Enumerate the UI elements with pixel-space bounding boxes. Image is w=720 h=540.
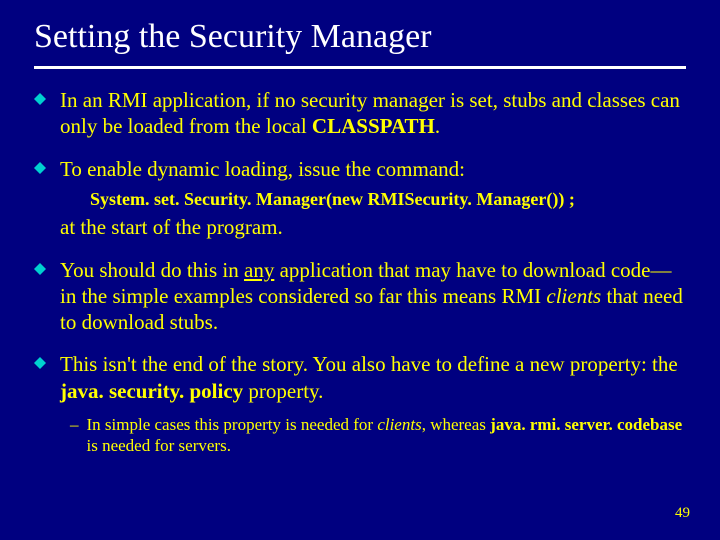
text: To enable dynamic loading, issue the com… [60, 156, 686, 182]
diamond-bullet-icon [34, 162, 46, 174]
text: , whereas [422, 415, 490, 434]
bullet-text: In an RMI application, if no security ma… [60, 87, 686, 140]
bullet-text: You should do this in any application th… [60, 257, 686, 336]
bullet-list: In an RMI application, if no security ma… [34, 87, 686, 456]
text: is needed for servers. [87, 436, 231, 455]
diamond-bullet-icon [34, 357, 46, 369]
bullet-text: To enable dynamic loading, issue the com… [60, 156, 686, 241]
text: at the start of the program. [60, 214, 686, 240]
page-number: 49 [675, 505, 690, 522]
list-item: You should do this in any application th… [34, 257, 686, 336]
text: property. [243, 379, 323, 403]
sub-list-item: – In simple cases this property is neede… [70, 414, 686, 457]
dash-bullet-icon: – [70, 414, 79, 435]
diamond-bullet-icon [34, 93, 46, 105]
text: This isn't the end of the story. You als… [60, 352, 678, 376]
bullet-text: This isn't the end of the story. You als… [60, 351, 686, 456]
sub-list: – In simple cases this property is neede… [60, 414, 686, 457]
diamond-bullet-icon [34, 263, 46, 275]
list-item: This isn't the end of the story. You als… [34, 351, 686, 456]
title-underline [34, 66, 686, 69]
text-bold: CLASSPATH [312, 114, 435, 138]
text-italic: clients [377, 415, 421, 434]
text-bold: java. security. policy [60, 379, 243, 403]
text-bold: java. rmi. server. codebase [490, 415, 682, 434]
sub-text: In simple cases this property is needed … [87, 414, 687, 457]
text: In simple cases this property is needed … [87, 415, 378, 434]
code-line: System. set. Security. Manager(new RMISe… [90, 188, 686, 211]
text-underline: any [244, 258, 274, 282]
list-item: In an RMI application, if no security ma… [34, 87, 686, 140]
slide-title: Setting the Security Manager [34, 18, 686, 56]
text: You should do this in [60, 258, 244, 282]
text-italic: clients [546, 284, 601, 308]
list-item: To enable dynamic loading, issue the com… [34, 156, 686, 241]
text: . [435, 114, 440, 138]
